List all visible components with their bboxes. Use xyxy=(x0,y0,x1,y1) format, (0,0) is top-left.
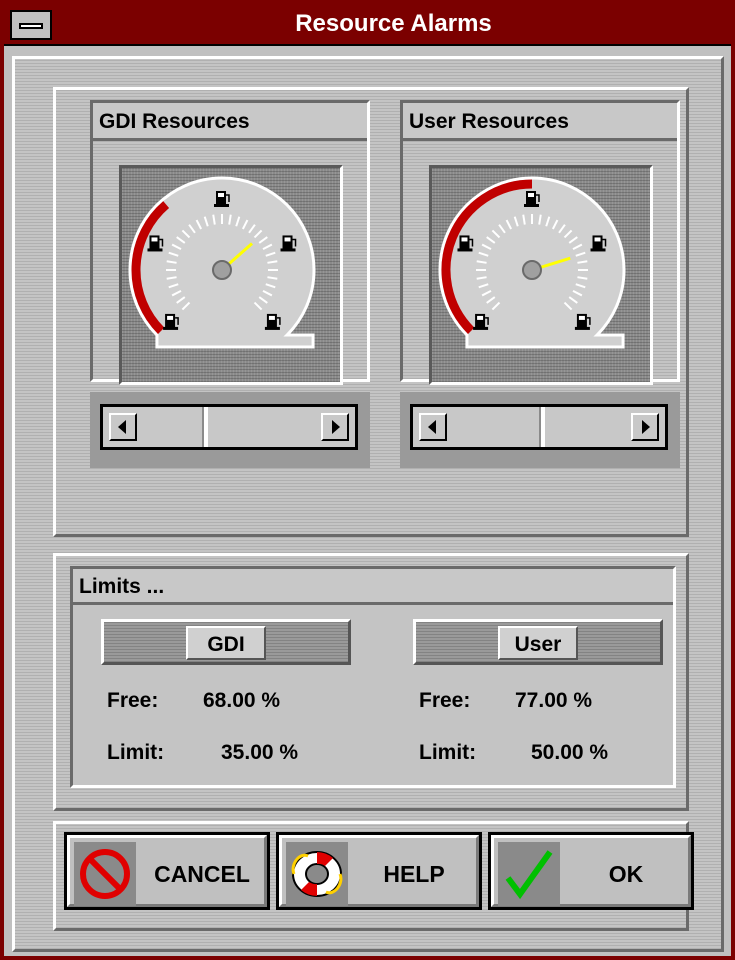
gauge-hub xyxy=(522,260,542,280)
gdi-gauge-frame: GDI Resources xyxy=(90,100,370,385)
scroll-left-arrow-icon xyxy=(428,420,436,434)
scroll-right-arrow-icon xyxy=(332,420,340,434)
user-gauge-label: User Resources xyxy=(403,103,677,141)
lifebuoy-icon xyxy=(286,842,348,906)
dialog-client-area: GDI Resources User Resources Limits ... … xyxy=(12,56,724,952)
user-slider-left-button[interactable] xyxy=(419,413,447,441)
window-title: Resource Alarms xyxy=(295,10,492,37)
help-button[interactable]: HELP xyxy=(276,832,482,910)
checkmark-icon xyxy=(498,842,560,906)
gdi-slider-frame xyxy=(90,392,370,468)
user-fuel-gauge-graphic xyxy=(438,176,626,349)
gdi-gauge-label: GDI Resources xyxy=(93,103,367,141)
cancel-button-label: CANCEL xyxy=(154,861,250,887)
gdi-fuel-gauge-graphic xyxy=(128,176,316,349)
user-gauge-frame: User Resources xyxy=(400,100,680,385)
scroll-right-arrow-icon xyxy=(642,420,650,434)
gdi-slider-left-button[interactable] xyxy=(109,413,137,441)
user-limit-slider[interactable] xyxy=(410,404,668,450)
gdi-badge-bar: GDI xyxy=(101,619,351,665)
gdi-gauge xyxy=(119,165,343,385)
user-slider-frame xyxy=(400,392,680,468)
gdi-limit-slider[interactable] xyxy=(100,404,358,450)
user-gauge xyxy=(429,165,653,385)
user-free-value: 77.00 % xyxy=(515,689,593,712)
user-badge-bar: User xyxy=(413,619,663,665)
user-slider-right-button[interactable] xyxy=(631,413,659,441)
gdi-free-label: Free: xyxy=(107,689,159,712)
gdi-badge: GDI xyxy=(186,626,266,660)
user-limit-label: Limit: xyxy=(419,741,477,764)
resource-alarms-window: Resource Alarms GDI Resources User Resou… xyxy=(0,0,735,960)
user-free-label: Free: xyxy=(419,689,471,712)
limits-heading: Limits ... xyxy=(73,569,673,605)
gauge-hub xyxy=(212,260,232,280)
gdi-slider-right-button[interactable] xyxy=(321,413,349,441)
user-limit-value: 50.00 % xyxy=(531,741,609,764)
limits-body: GDI Free: 68.00 % Limit: 35.00 % User Fr… xyxy=(73,605,673,785)
limits-frame: Limits ... GDI Free: 68.00 % Limit: 35.0… xyxy=(70,566,676,788)
help-button-label: HELP xyxy=(383,861,445,887)
user-slider-thumb[interactable] xyxy=(539,407,545,447)
ok-button-label: OK xyxy=(608,861,644,887)
user-badge: User xyxy=(498,626,578,660)
cancel-icon xyxy=(74,842,136,906)
gdi-limit-label: Limit: xyxy=(107,741,165,764)
gdi-slider-thumb[interactable] xyxy=(202,407,208,447)
title-bar: Resource Alarms xyxy=(4,4,731,46)
gauges-panel: GDI Resources User Resources xyxy=(53,87,689,537)
ok-button[interactable]: OK xyxy=(488,832,694,910)
gdi-free-value: 68.00 % xyxy=(203,689,281,712)
cancel-button[interactable]: CANCEL xyxy=(64,832,270,910)
gdi-limit-value: 35.00 % xyxy=(221,741,299,764)
scroll-left-arrow-icon xyxy=(118,420,126,434)
system-menu-icon[interactable] xyxy=(10,10,52,40)
limits-panel: Limits ... GDI Free: 68.00 % Limit: 35.0… xyxy=(53,553,689,811)
